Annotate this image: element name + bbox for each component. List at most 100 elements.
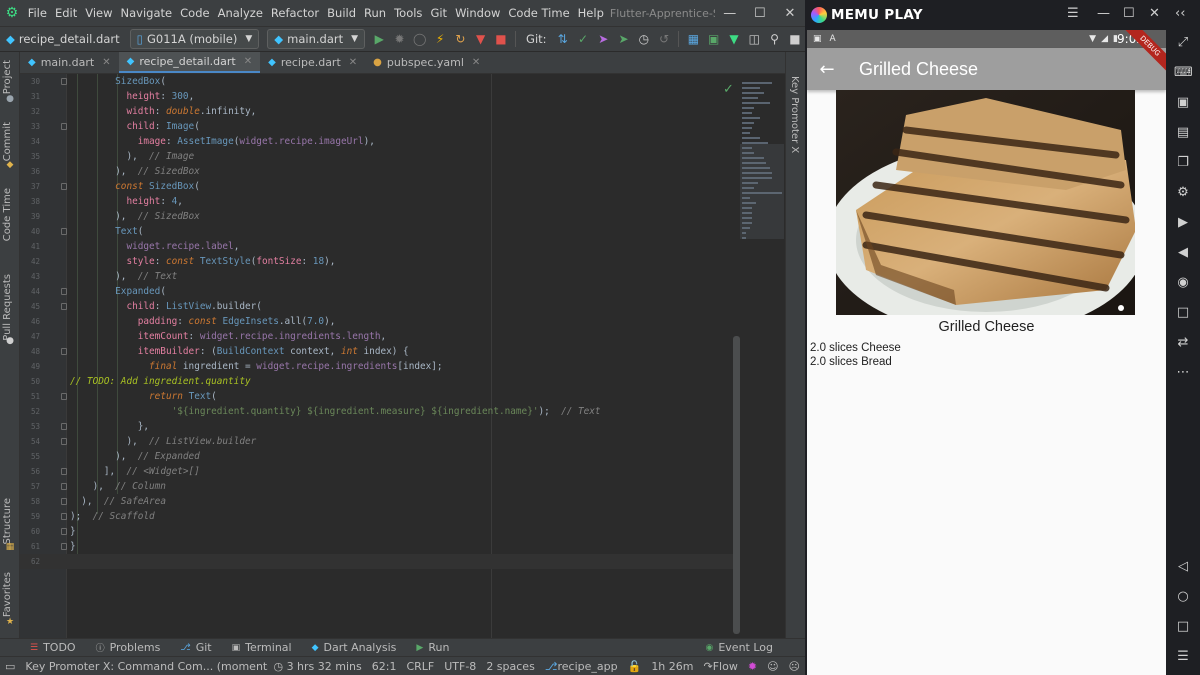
menu-help[interactable]: Help: [574, 6, 608, 20]
fold-marker-icon[interactable]: [61, 303, 67, 310]
menu-refactor[interactable]: Refactor: [267, 6, 323, 20]
timer-status[interactable]: 1h 26m: [646, 660, 698, 673]
minimize-icon[interactable]: —: [715, 6, 745, 21]
tool-code-time[interactable]: Code Time: [2, 188, 13, 241]
code-line[interactable]: 53 },: [20, 419, 785, 434]
tab-pubspec-yaml[interactable]: ● pubspec.yaml ✕: [365, 52, 488, 73]
tool-key-promoter-x[interactable]: Key Promoter X: [789, 76, 800, 153]
fold-marker-icon[interactable]: [61, 543, 67, 550]
code-line[interactable]: 44 Expanded(: [20, 284, 785, 299]
stop-icon[interactable]: ■: [491, 32, 511, 46]
code-line[interactable]: 42 style: const TextStyle(fontSize: 18),: [20, 254, 785, 269]
layout-icon[interactable]: ▦: [683, 32, 703, 46]
profile-icon[interactable]: ◯: [410, 32, 430, 46]
screenshot-icon[interactable]: ▤: [1174, 124, 1192, 142]
run-config-selector[interactable]: ◆ main.dart ▼: [267, 29, 366, 49]
fold-marker-icon[interactable]: [61, 78, 67, 85]
menu-code-time[interactable]: Code Time: [504, 6, 573, 20]
minimap-viewport[interactable]: [740, 144, 784, 239]
back-arrow-icon[interactable]: ←: [807, 59, 847, 80]
smiley-icon[interactable]: ☺: [762, 660, 783, 673]
code-line[interactable]: 49 final ingredient = widget.recipe.ingr…: [20, 359, 785, 374]
menu-build[interactable]: Build: [323, 6, 360, 20]
rollback-icon[interactable]: ↺: [654, 32, 674, 46]
lock-icon[interactable]: 🔓: [623, 660, 647, 673]
code-line[interactable]: 61}: [20, 539, 785, 554]
code-line[interactable]: 32 width: double.infinity,: [20, 104, 785, 119]
fullscreen-icon[interactable]: ⤢: [1174, 34, 1192, 52]
fold-marker-icon[interactable]: [61, 123, 67, 130]
code-line[interactable]: 37 const SizedBox(: [20, 179, 785, 194]
run-icon[interactable]: ▶: [369, 32, 389, 46]
code-line[interactable]: 36 ), // SizedBox: [20, 164, 785, 179]
menu-git[interactable]: Git: [426, 6, 451, 20]
code-editor[interactable]: 30 SizedBox(31 height: 300, 32 width: dou…: [20, 74, 785, 638]
flow-status[interactable]: ↷Flow: [699, 660, 743, 673]
tab-recipe-detail-dart[interactable]: ◆ recipe_detail.dart ✕: [118, 52, 261, 73]
menu-navigate[interactable]: Navigate: [117, 6, 177, 20]
fold-marker-icon[interactable]: [61, 483, 67, 490]
keyboard-icon[interactable]: ⌨: [1174, 64, 1193, 82]
nav-home-icon[interactable]: ○: [1174, 588, 1192, 606]
tool-run[interactable]: ▶ Run: [406, 641, 459, 654]
close-icon[interactable]: ✕: [775, 6, 805, 21]
tool-todo[interactable]: ☰ TODO: [20, 641, 86, 654]
tab-main-dart[interactable]: ◆ main.dart ✕: [20, 52, 119, 73]
tool-git[interactable]: ⎇ Git: [170, 641, 221, 654]
code-line[interactable]: 40 Text(: [20, 224, 785, 239]
menu-edit[interactable]: Edit: [51, 6, 81, 20]
line-separator[interactable]: CRLF: [401, 660, 439, 673]
location-icon[interactable]: ◉: [1174, 274, 1192, 292]
code-line[interactable]: 45 child: ListView.builder(: [20, 299, 785, 314]
minimize-icon[interactable]: —: [1097, 6, 1110, 21]
fold-marker-icon[interactable]: [61, 528, 67, 535]
code-line[interactable]: 39 ), // SizedBox: [20, 209, 785, 224]
code-line[interactable]: 31 height: 300,: [20, 89, 785, 104]
search-icon[interactable]: ⚲: [764, 32, 784, 46]
volume-down-icon[interactable]: ◀: [1174, 244, 1192, 262]
code-line[interactable]: 48 itemBuilder: (BuildContext context, i…: [20, 344, 785, 359]
breadcrumb[interactable]: ◆ recipe_detail.dart: [0, 32, 126, 46]
close-tab-icon[interactable]: ✕: [472, 57, 480, 68]
status-message[interactable]: Key Promoter X: Command Com... (moments …: [20, 660, 268, 673]
more-options-icon[interactable]: ⋯: [1174, 364, 1192, 382]
close-tab-icon[interactable]: ✕: [102, 57, 110, 68]
menu-tools[interactable]: Tools: [390, 6, 426, 20]
fold-marker-icon[interactable]: [61, 183, 67, 190]
nav-menu-icon[interactable]: ☰: [1174, 648, 1192, 666]
device-manager-icon[interactable]: ◫: [744, 32, 764, 46]
android-screen[interactable]: ▣ A ▼ ◢ ▮ 9:02 ← Grilled Cheese DEBUG Gr…: [807, 30, 1166, 675]
terminal-icon[interactable]: ▣: [704, 32, 724, 46]
code-line[interactable]: 34 image: AssetImage(widget.recipe.image…: [20, 134, 785, 149]
git-push-icon[interactable]: ➤: [593, 32, 613, 46]
attach-icon[interactable]: ▼: [471, 32, 491, 46]
history-icon[interactable]: ◷: [634, 32, 654, 46]
tool-pull-requests[interactable]: Pull Requests: [2, 274, 13, 341]
code-line[interactable]: 62: [20, 554, 785, 569]
code-line[interactable]: 58 ), // SafeArea: [20, 494, 785, 509]
code-time-status[interactable]: ◷ 3 hrs 32 mins: [268, 660, 366, 673]
tool-problems[interactable]: ⓘ Problems: [86, 641, 171, 654]
folder-icon[interactable]: □: [1174, 304, 1192, 322]
tool-dart-analysis[interactable]: ◆ Dart Analysis: [302, 641, 407, 654]
menu-view[interactable]: View: [81, 6, 116, 20]
code-line[interactable]: 35 ), // Image: [20, 149, 785, 164]
tool-event-log[interactable]: ◉ Event Log: [695, 641, 783, 654]
file-encoding[interactable]: UTF-8: [439, 660, 481, 673]
fold-marker-icon[interactable]: [61, 348, 67, 355]
vertical-scrollbar[interactable]: [733, 336, 740, 634]
tool-terminal[interactable]: ▣ Terminal: [222, 641, 302, 654]
sdk-icon[interactable]: ▼: [724, 32, 744, 46]
code-line[interactable]: 57 ), // Column: [20, 479, 785, 494]
maximize-icon[interactable]: ☐: [1123, 6, 1135, 21]
code-line[interactable]: 38 height: 4,: [20, 194, 785, 209]
fold-marker-icon[interactable]: [61, 438, 67, 445]
nav-back-icon[interactable]: ◁: [1174, 558, 1192, 576]
code-line[interactable]: 55 ), // Expanded: [20, 449, 785, 464]
tool-project[interactable]: Project: [2, 60, 13, 94]
cursor-position[interactable]: 62:1: [367, 660, 402, 673]
code-line[interactable]: 47 itemCount: widget.recipe.ingredients.…: [20, 329, 785, 344]
code-line[interactable]: 54 ), // ListView.builder: [20, 434, 785, 449]
collapse-sidebar-icon[interactable]: ‹‹: [1175, 6, 1185, 21]
settings-gear-icon[interactable]: ⚙: [1174, 184, 1192, 202]
